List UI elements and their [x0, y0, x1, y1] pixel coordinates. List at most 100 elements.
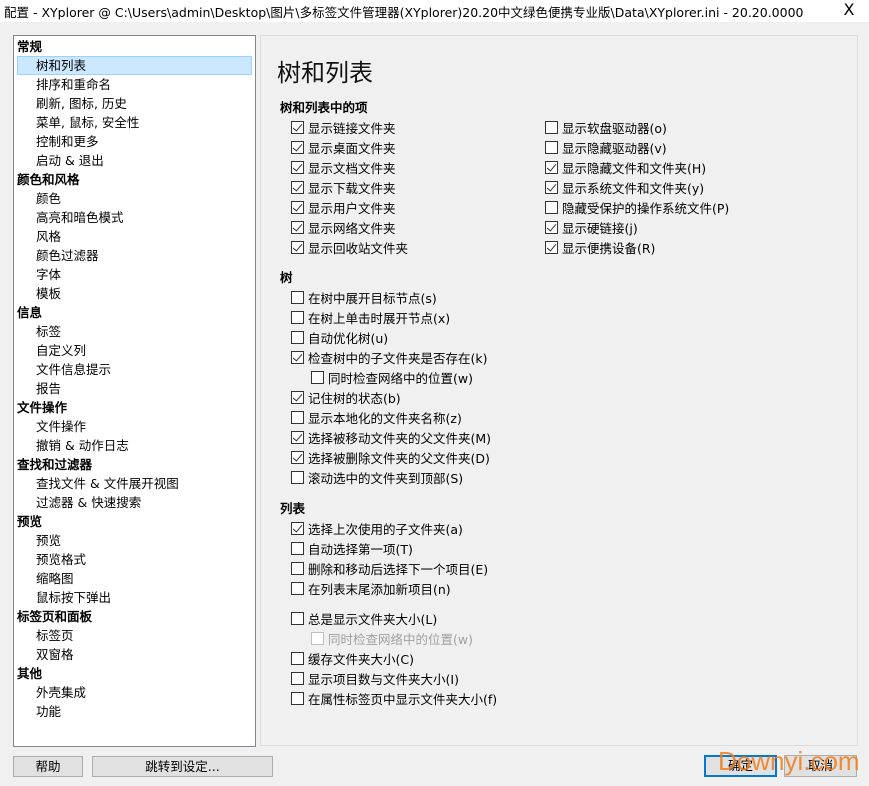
sidebar-item[interactable]: 高亮和暗色模式: [14, 208, 255, 227]
sidebar-item[interactable]: 模板: [14, 284, 255, 303]
checkbox-unchecked[interactable]: [291, 611, 304, 625]
checkbox-checked[interactable]: [545, 160, 558, 174]
sidebar-item[interactable]: 鼠标按下弹出: [14, 588, 255, 607]
checkbox-checked[interactable]: [545, 240, 558, 254]
checkbox-unchecked[interactable]: [545, 200, 558, 214]
checkbox-checked[interactable]: [291, 430, 304, 444]
checkbox-option[interactable]: 显示下载文件夹: [291, 177, 408, 197]
sidebar-group[interactable]: 查找和过滤器: [14, 455, 255, 474]
sidebar-item[interactable]: 撤销 & 动作日志: [14, 436, 255, 455]
checkbox-option[interactable]: 显示隐藏文件和文件夹(H): [545, 157, 729, 177]
checkbox-checked[interactable]: [545, 220, 558, 234]
sidebar-item[interactable]: 启动 & 退出: [14, 151, 255, 170]
checkbox-unchecked[interactable]: [291, 581, 304, 595]
checkbox-option[interactable]: 滚动选中的文件夹到顶部(S): [291, 467, 491, 487]
checkbox-unchecked[interactable]: [545, 140, 558, 154]
checkbox-option[interactable]: 选择上次使用的子文件夹(a): [291, 518, 497, 538]
help-button[interactable]: 帮助: [13, 756, 83, 777]
sidebar-item[interactable]: 功能: [14, 702, 255, 721]
checkbox-checked[interactable]: [291, 350, 304, 364]
sidebar-group[interactable]: 标签页和面板: [14, 607, 255, 626]
sidebar-item[interactable]: 外壳集成: [14, 683, 255, 702]
checkbox-unchecked[interactable]: [291, 310, 304, 324]
checkbox-unchecked[interactable]: [291, 671, 304, 685]
sidebar-item[interactable]: 双窗格: [14, 645, 255, 664]
sidebar-item[interactable]: 过滤器 & 快速搜索: [14, 493, 255, 512]
checkbox-checked[interactable]: [291, 140, 304, 154]
checkbox-unchecked[interactable]: [291, 470, 304, 484]
sidebar-item[interactable]: 字体: [14, 265, 255, 284]
checkbox-checked[interactable]: [291, 521, 304, 535]
checkbox-option[interactable]: 在列表末尾添加新项目(n): [291, 578, 497, 598]
settings-category-list[interactable]: 常规 树和列表 排序和重命名 刷新, 图标, 历史 菜单, 鼠标, 安全性 控制和更多 启动…: [13, 35, 256, 747]
checkbox-unchecked[interactable]: [291, 691, 304, 705]
checkbox-checked[interactable]: [291, 450, 304, 464]
sidebar-group[interactable]: 信息: [14, 303, 255, 322]
sidebar-item[interactable]: 树和列表: [17, 56, 252, 75]
checkbox-checked[interactable]: [291, 240, 304, 254]
checkbox-option[interactable]: 隐藏受保护的操作系统文件(P): [545, 197, 729, 217]
sidebar-item[interactable]: 颜色过滤器: [14, 246, 255, 265]
checkbox-option[interactable]: 显示硬链接(j): [545, 217, 729, 237]
sidebar-item[interactable]: 控制和更多: [14, 132, 255, 151]
checkbox-option[interactable]: 显示软盘驱动器(o): [545, 117, 729, 137]
checkbox-option[interactable]: 显示链接文件夹: [291, 117, 408, 137]
sidebar-group[interactable]: 颜色和风格: [14, 170, 255, 189]
sidebar-item[interactable]: 标签页: [14, 626, 255, 645]
checkbox-unchecked[interactable]: [311, 370, 324, 384]
checkbox-unchecked[interactable]: [291, 290, 304, 304]
sidebar-item[interactable]: 颜色: [14, 189, 255, 208]
checkbox-option[interactable]: 同时检查网络中的位置(w): [291, 367, 491, 387]
checkbox-option[interactable]: 显示系统文件和文件夹(y): [545, 177, 729, 197]
sidebar-item[interactable]: 报告: [14, 379, 255, 398]
checkbox-checked[interactable]: [291, 390, 304, 404]
checkbox-unchecked[interactable]: [291, 330, 304, 344]
sidebar-item[interactable]: 菜单, 鼠标, 安全性: [14, 113, 255, 132]
checkbox-option[interactable]: 缓存文件夹大小(C): [291, 648, 497, 668]
checkbox-checked[interactable]: [291, 220, 304, 234]
checkbox-checked[interactable]: [545, 180, 558, 194]
sidebar-item[interactable]: 标签: [14, 322, 255, 341]
sidebar-item[interactable]: 预览格式: [14, 550, 255, 569]
checkbox-option[interactable]: 总是显示文件夹大小(L): [291, 608, 497, 628]
checkbox-unchecked[interactable]: [291, 561, 304, 575]
checkbox-unchecked[interactable]: [291, 651, 304, 665]
close-button[interactable]: X: [829, 0, 869, 22]
checkbox-unchecked[interactable]: [291, 541, 304, 555]
checkbox-option[interactable]: 检查树中的子文件夹是否存在(k): [291, 347, 491, 367]
checkbox-option[interactable]: 记住树的状态(b): [291, 387, 491, 407]
checkbox-checked[interactable]: [291, 180, 304, 194]
checkbox-option[interactable]: 显示隐藏驱动器(v): [545, 137, 729, 157]
checkbox-unchecked[interactable]: [545, 120, 558, 134]
checkbox-checked[interactable]: [291, 200, 304, 214]
checkbox-option[interactable]: 显示本地化的文件夹名称(z): [291, 407, 491, 427]
checkbox-option[interactable]: 在树中展开目标节点(s): [291, 287, 491, 307]
checkbox-option[interactable]: 显示项目数与文件夹大小(I): [291, 668, 497, 688]
sidebar-item[interactable]: 查找文件 & 文件展开视图: [14, 474, 255, 493]
checkbox-option[interactable]: 显示文档文件夹: [291, 157, 408, 177]
checkbox-option[interactable]: 显示便携设备(R): [545, 237, 729, 257]
sidebar-item[interactable]: 缩略图: [14, 569, 255, 588]
checkbox-option[interactable]: 在属性标签页中显示文件夹大小(f): [291, 688, 497, 708]
sidebar-group[interactable]: 常规: [14, 37, 255, 56]
checkbox-checked[interactable]: [291, 120, 304, 134]
checkbox-option[interactable]: 选择被删除文件夹的父文件夹(D): [291, 447, 491, 467]
checkbox-option[interactable]: 显示用户文件夹: [291, 197, 408, 217]
sidebar-group[interactable]: 预览: [14, 512, 255, 531]
sidebar-item[interactable]: 排序和重命名: [14, 75, 255, 94]
checkbox-option[interactable]: 自动选择第一项(T): [291, 538, 497, 558]
checkbox-option[interactable]: 自动优化树(u): [291, 327, 491, 347]
sidebar-item[interactable]: 风格: [14, 227, 255, 246]
sidebar-item[interactable]: 刷新, 图标, 历史: [14, 94, 255, 113]
checkbox-option[interactable]: 选择被移动文件夹的父文件夹(M): [291, 427, 491, 447]
sidebar-item[interactable]: 自定义列: [14, 341, 255, 360]
checkbox-option[interactable]: 显示网络文件夹: [291, 217, 408, 237]
checkbox-checked[interactable]: [291, 160, 304, 174]
sidebar-group[interactable]: 其他: [14, 664, 255, 683]
sidebar-group[interactable]: 文件操作: [14, 398, 255, 417]
checkbox-option[interactable]: 在树上单击时展开节点(x): [291, 307, 491, 327]
sidebar-item[interactable]: 文件信息提示: [14, 360, 255, 379]
checkbox-option[interactable]: 删除和移动后选择下一个项目(E): [291, 558, 497, 578]
checkbox-option[interactable]: 显示回收站文件夹: [291, 237, 408, 257]
sidebar-item[interactable]: 预览: [14, 531, 255, 550]
